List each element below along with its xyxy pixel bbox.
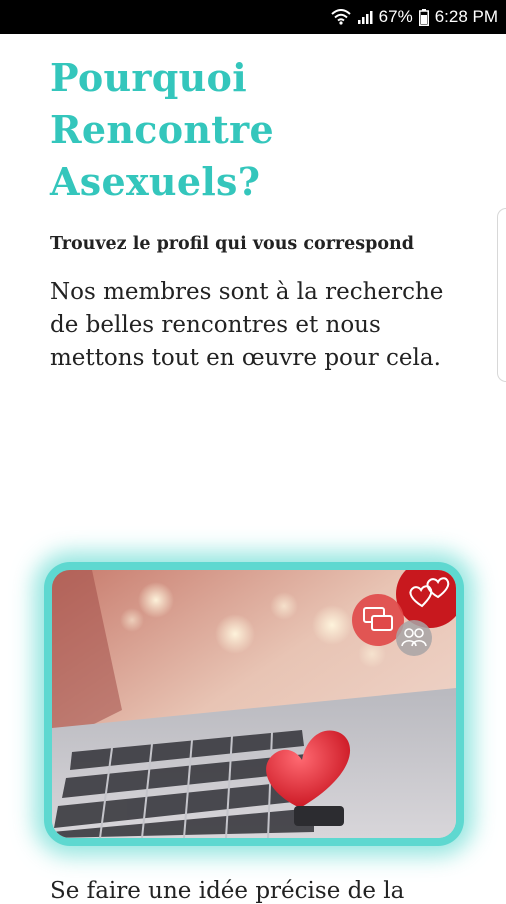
- clock: 6:28 PM: [434, 7, 498, 26]
- hero-image: [52, 570, 456, 838]
- title-line: Pourquoi: [50, 55, 247, 100]
- wifi-icon: [330, 9, 351, 25]
- battery-icon: [418, 8, 429, 26]
- title-line: Rencontre: [50, 107, 274, 152]
- page-title: Pourquoi Rencontre Asexuels?: [50, 52, 274, 208]
- subtitle: Trouvez le profil qui vous correspond: [50, 234, 414, 254]
- title-line: Asexuels?: [50, 159, 261, 204]
- status-icons: 67% 6:28 PM: [330, 0, 498, 34]
- side-panel-handle[interactable]: [497, 208, 506, 382]
- signal-icon: [357, 11, 373, 24]
- people-icon: [396, 620, 432, 656]
- section-text: Se faire une idée précise de la: [50, 878, 405, 904]
- battery-percentage: 67%: [378, 7, 413, 26]
- status-bar: 67% 6:28 PM: [0, 0, 506, 34]
- description: Nos membres sont à la recherche de belle…: [50, 279, 444, 371]
